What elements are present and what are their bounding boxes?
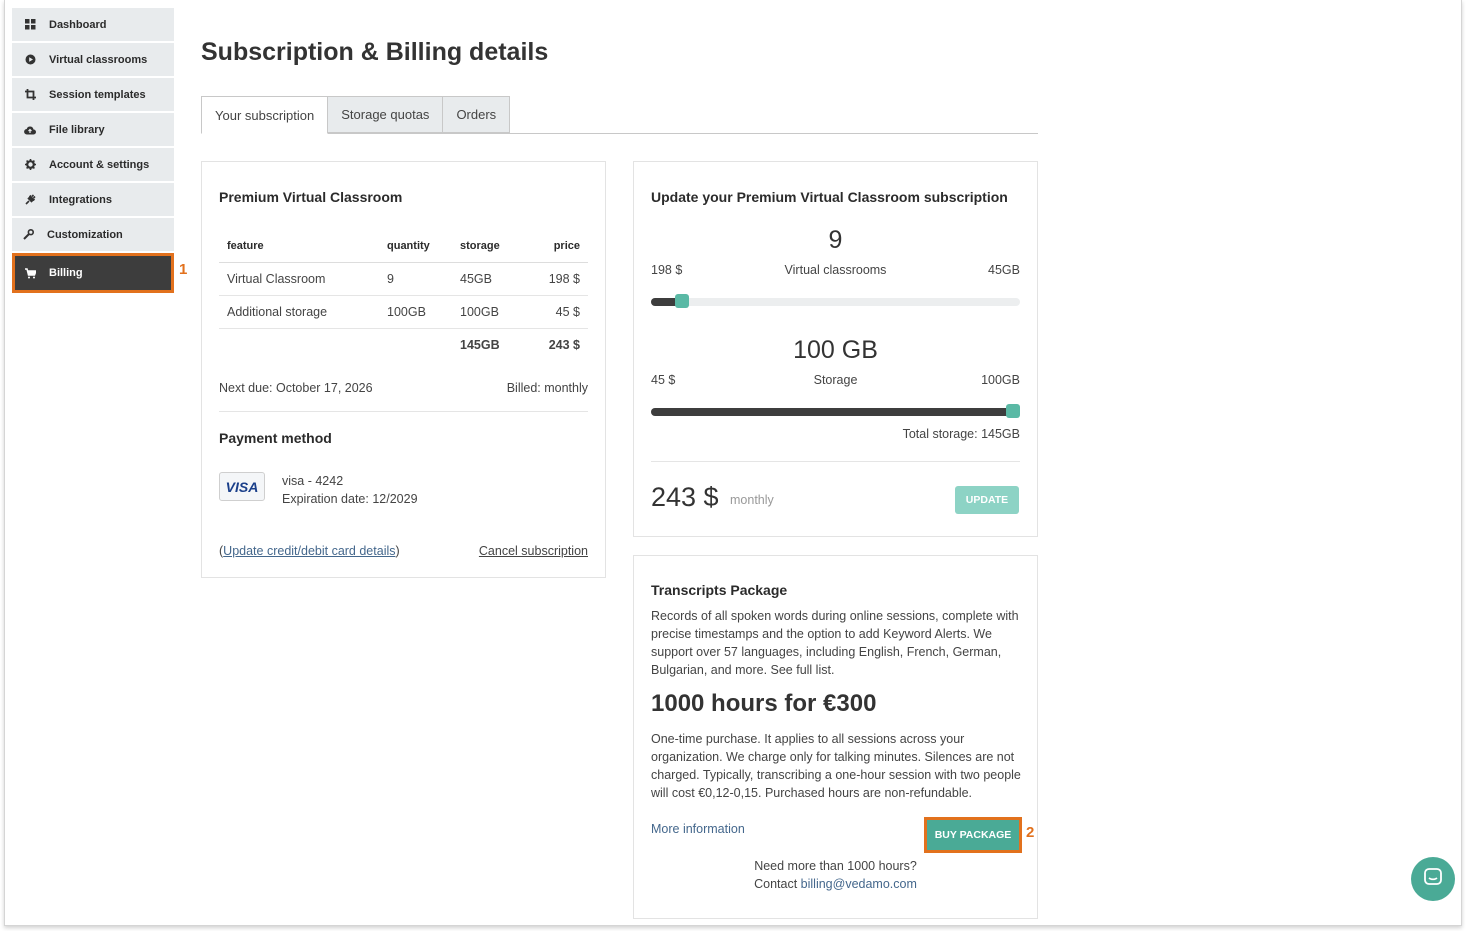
storage-slider[interactable] bbox=[651, 404, 1020, 418]
sidebar-item-integrations[interactable]: Integrations bbox=[12, 183, 174, 216]
classrooms-slider-handle[interactable] bbox=[675, 294, 690, 308]
storage-slider-handle[interactable] bbox=[1006, 404, 1020, 418]
column-header-quantity: quantity bbox=[379, 230, 452, 263]
card-expiration: Expiration date: 12/2029 bbox=[282, 492, 418, 506]
update-subscription-card: Update your Premium Virtual Classroom su… bbox=[633, 161, 1038, 537]
cell-quantity: 9 bbox=[379, 262, 452, 296]
play-circle-icon bbox=[24, 54, 36, 66]
price-period: monthly bbox=[730, 493, 774, 507]
cell-storage: 100GB bbox=[452, 295, 524, 329]
column-header-feature: feature bbox=[219, 230, 379, 263]
payment-method-title: Payment method bbox=[219, 430, 332, 446]
total-price: 243 $ bbox=[548, 337, 580, 352]
sidebar-item-label: Dashboard bbox=[49, 18, 107, 31]
cell-price: 198 $ bbox=[524, 262, 588, 296]
crop-icon bbox=[24, 89, 36, 101]
column-header-storage: storage bbox=[452, 230, 524, 263]
visa-card-icon: VISA bbox=[219, 472, 265, 501]
grid-icon bbox=[24, 19, 36, 31]
sidebar-item-label: File library bbox=[49, 123, 105, 136]
sidebar-item-dashboard[interactable]: Dashboard bbox=[12, 8, 174, 41]
sidebar-item-label: Account & settings bbox=[49, 158, 150, 171]
cell-feature: Additional storage bbox=[219, 295, 379, 329]
sidebar-item-billing[interactable]: Billing bbox=[12, 253, 174, 293]
sidebar-item-virtual-classrooms[interactable]: Virtual classrooms bbox=[12, 43, 174, 76]
total-storage: 145GB bbox=[460, 337, 500, 352]
sidebar-item-label: Session templates bbox=[49, 88, 146, 101]
buy-package-button[interactable]: BUY PACKAGE bbox=[924, 817, 1022, 853]
contact-prefix: Contact bbox=[754, 877, 798, 891]
divider bbox=[219, 411, 588, 412]
subscription-title: Premium Virtual Classroom bbox=[219, 189, 403, 205]
transcripts-description: Records of all spoken words during onlin… bbox=[651, 609, 1019, 677]
classrooms-value: 9 bbox=[828, 226, 843, 254]
sidebar-item-label: Billing bbox=[49, 267, 83, 279]
transcripts-title: Transcripts Package bbox=[651, 582, 788, 598]
subscription-table: feature quantity storage price Virtual C… bbox=[219, 230, 588, 361]
more-information-link[interactable]: More information bbox=[651, 820, 745, 838]
sidebar-item-session-templates[interactable]: Session templates bbox=[12, 78, 174, 111]
table-total-row: 145GB 243 $ bbox=[219, 328, 588, 361]
cell-storage: 45GB bbox=[452, 262, 524, 296]
column-header-price: price bbox=[524, 230, 588, 263]
tab-your-subscription[interactable]: Your subscription bbox=[201, 96, 329, 134]
storage-value: 100 GB bbox=[793, 336, 878, 364]
cell-quantity: 100GB bbox=[379, 295, 452, 329]
card-number: visa - 4242 bbox=[282, 474, 344, 488]
total-storage-text: Total storage: 145GB bbox=[902, 427, 1020, 441]
chat-button[interactable] bbox=[1411, 857, 1455, 901]
table-row: Additional storage 100GB 100GB 45 $ bbox=[219, 295, 588, 329]
step-marker-2: 2 bbox=[1026, 824, 1035, 841]
transcripts-note: One-time purchase. It applies to all ses… bbox=[651, 732, 1021, 800]
tab-orders[interactable]: Orders bbox=[443, 96, 511, 133]
contact-line: Contact billing@vedamo.com bbox=[634, 875, 1037, 893]
cancel-subscription-link[interactable]: Cancel subscription bbox=[479, 542, 588, 560]
sidebar-item-account-settings[interactable]: Account & settings bbox=[12, 148, 174, 181]
classrooms-storage: 45GB bbox=[988, 263, 1020, 277]
tab-storage-quotas[interactable]: Storage quotas bbox=[328, 96, 444, 133]
update-title: Update your Premium Virtual Classroom su… bbox=[651, 189, 1008, 205]
update-button[interactable]: UPDATE bbox=[955, 486, 1019, 514]
gear-icon bbox=[24, 159, 36, 171]
chat-icon bbox=[1423, 867, 1443, 892]
sidebar: Dashboard Virtual classrooms Session tem… bbox=[12, 8, 174, 295]
table-row: Virtual Classroom 9 45GB 198 $ bbox=[219, 262, 588, 296]
classrooms-slider[interactable] bbox=[651, 294, 1020, 308]
update-card-wrapper: (Update credit/debit card details) bbox=[219, 544, 400, 558]
cloud-upload-icon bbox=[24, 124, 36, 136]
page-title: Subscription & Billing details bbox=[201, 38, 549, 66]
need-more-text: Need more than 1000 hours? bbox=[754, 859, 917, 873]
classrooms-label: Virtual classrooms bbox=[784, 263, 887, 277]
storage-amount: 100GB bbox=[981, 373, 1020, 387]
cell-feature: Virtual Classroom bbox=[219, 262, 379, 296]
storage-slider-fill bbox=[651, 408, 1013, 416]
cart-icon bbox=[24, 267, 36, 279]
contact-email-link[interactable]: billing@vedamo.com bbox=[801, 877, 917, 891]
total-price-large: 243 $ bbox=[651, 482, 719, 512]
step-marker-1: 1 bbox=[179, 261, 188, 278]
sidebar-item-label: Virtual classrooms bbox=[49, 53, 148, 66]
update-card-link[interactable]: Update credit/debit card details bbox=[223, 544, 395, 558]
storage-label: Storage bbox=[813, 373, 858, 387]
divider bbox=[651, 461, 1020, 462]
sidebar-item-customization[interactable]: Customization bbox=[12, 218, 174, 251]
sidebar-item-file-library[interactable]: File library bbox=[12, 113, 174, 146]
wrench-icon bbox=[22, 229, 34, 241]
plug-icon bbox=[24, 194, 36, 206]
sidebar-item-label: Integrations bbox=[49, 193, 112, 206]
cell-price: 45 $ bbox=[524, 295, 588, 329]
transcripts-card: Transcripts Package Records of all spoke… bbox=[633, 555, 1038, 919]
subscription-card: Premium Virtual Classroom feature quanti… bbox=[201, 161, 606, 578]
billing-period: Billed: monthly bbox=[506, 381, 588, 395]
transcripts-headline: 1000 hours for €300 bbox=[651, 690, 877, 717]
next-due-date: Next due: October 17, 2026 bbox=[219, 381, 373, 395]
sidebar-item-label: Customization bbox=[47, 228, 123, 241]
tab-bar: Your subscription Storage quotas Orders bbox=[201, 96, 1038, 134]
